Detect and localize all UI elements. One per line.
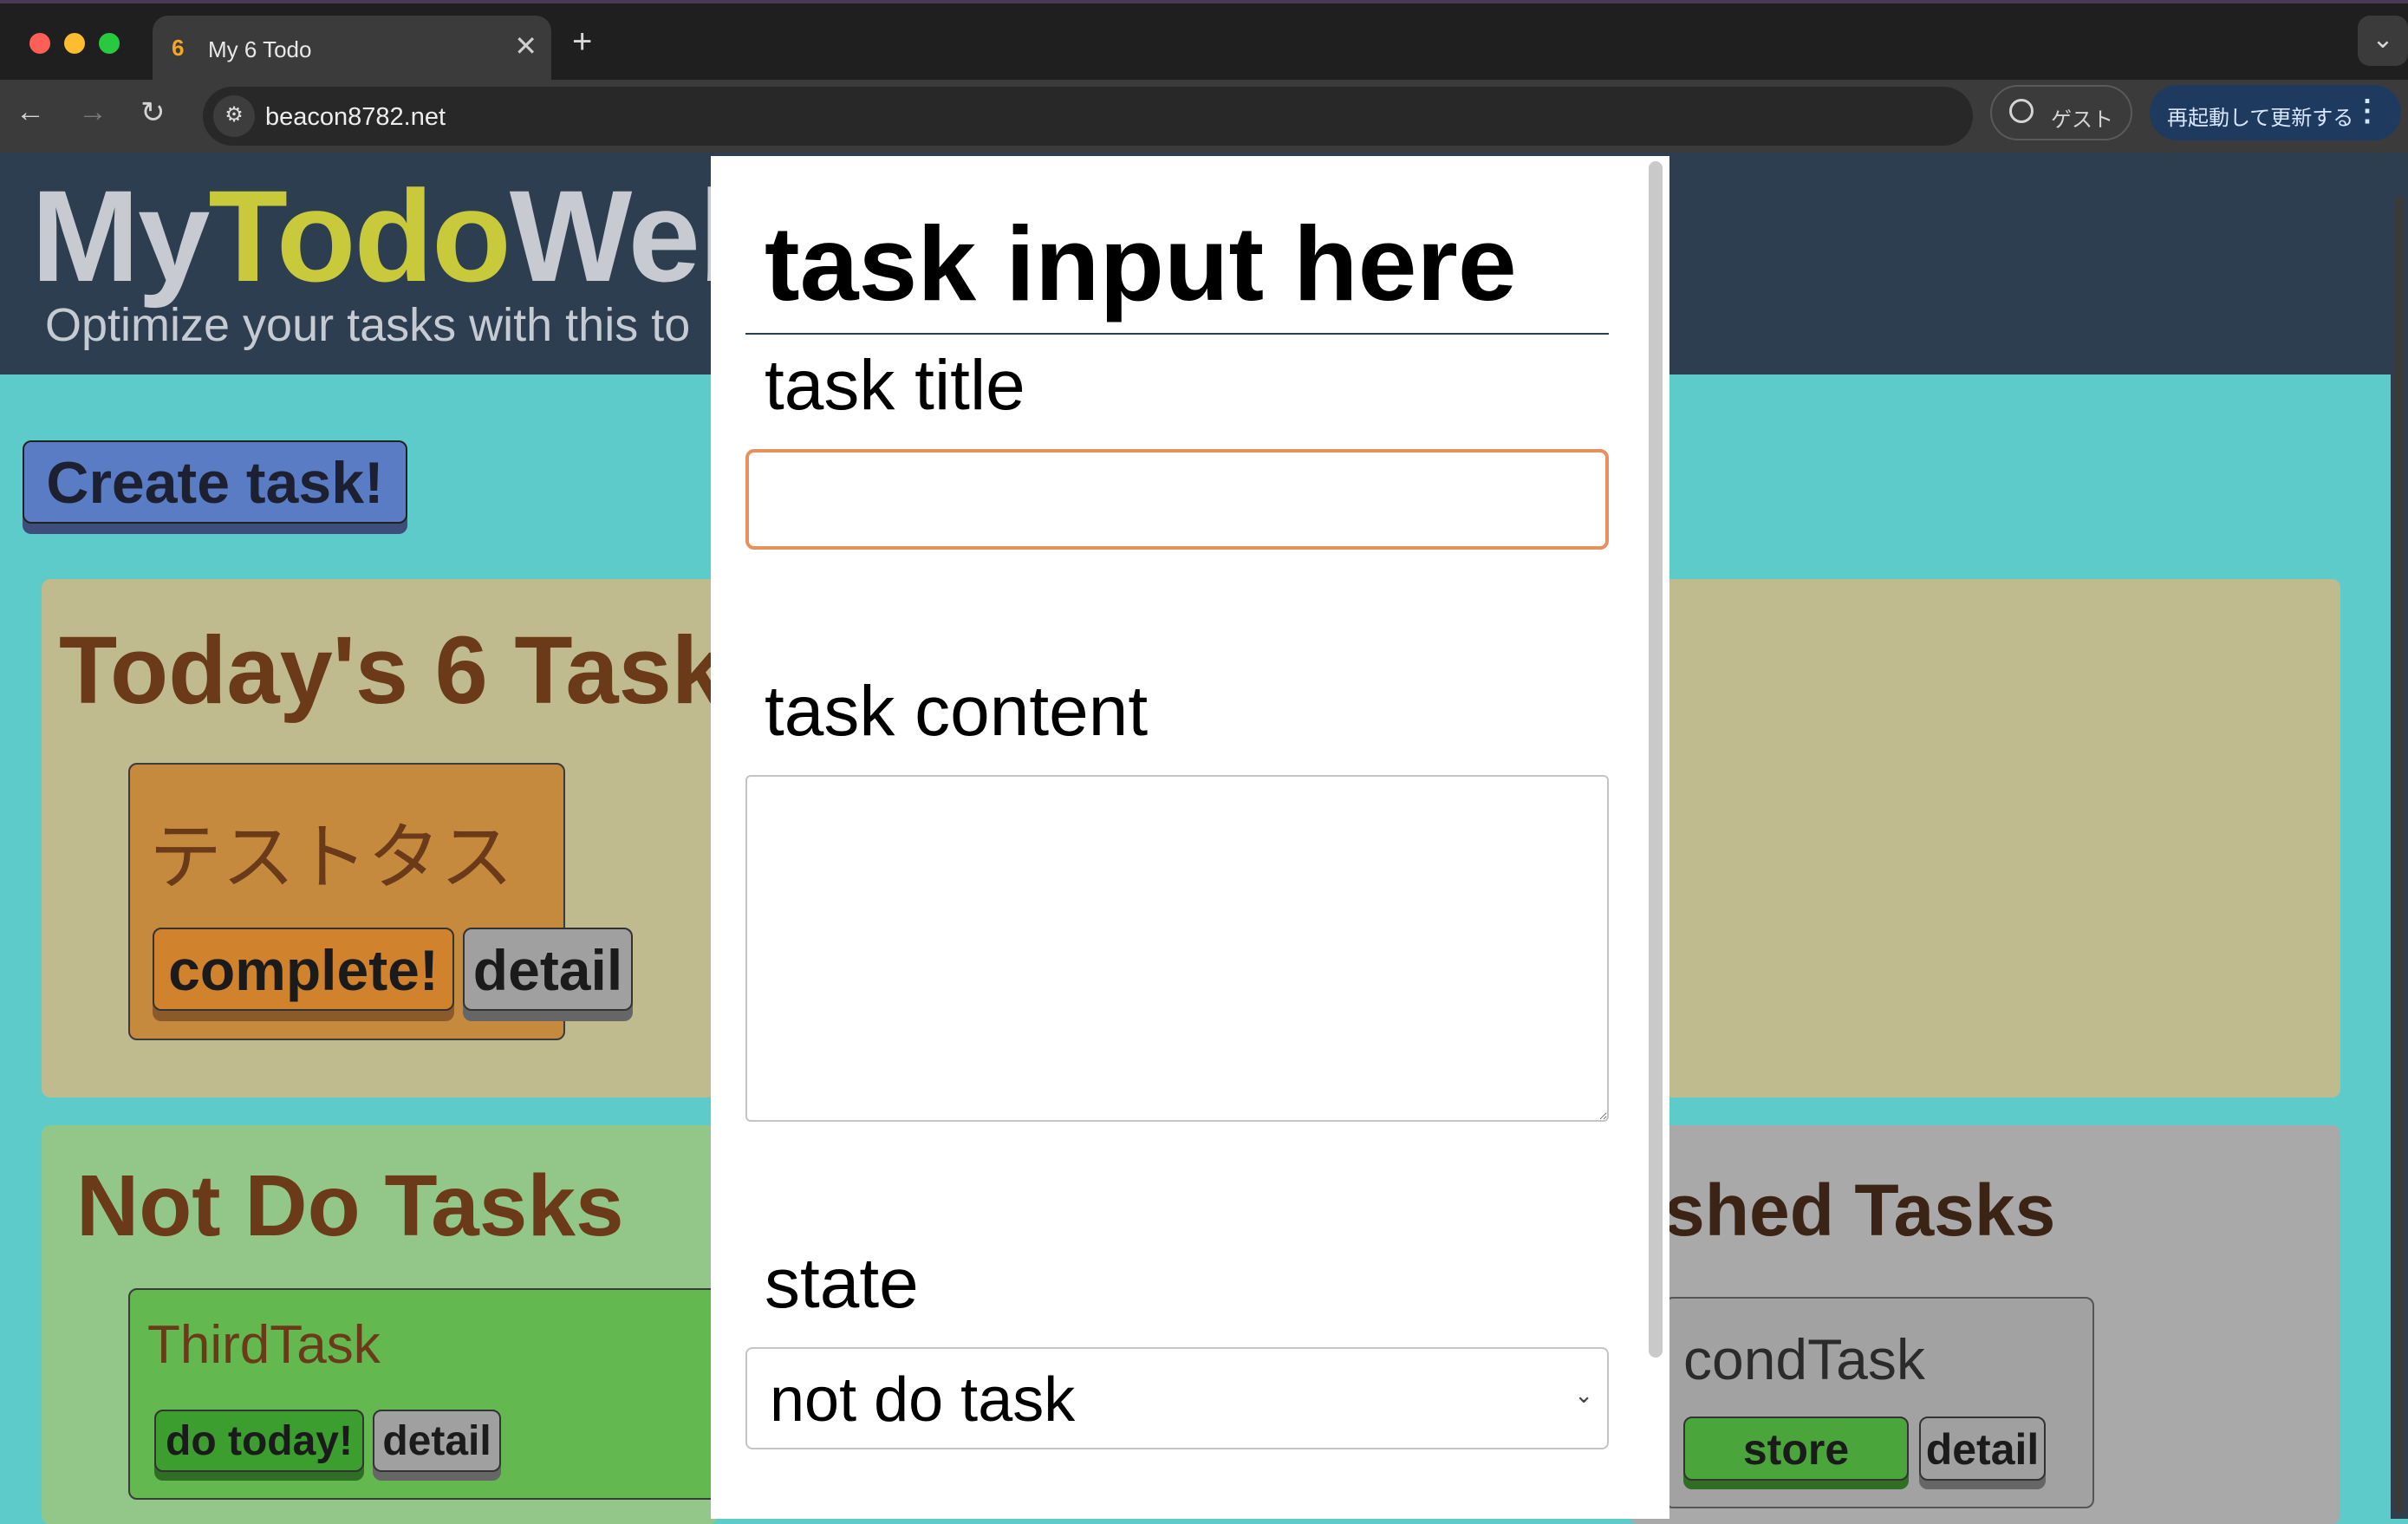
logo-part-my: My	[31, 163, 210, 309]
modal-divider	[745, 333, 1609, 335]
not-do-heading: Not Do Tasks	[76, 1157, 624, 1254]
page-scrollbar-thumb[interactable]	[2394, 196, 2405, 1514]
guest-label: ゲスト	[2051, 108, 2113, 132]
browser-toolbar: ← → ↻ ⚙ beacon8782.net ゲスト 再起動して更新する ⋮	[0, 80, 2408, 153]
logo-part-todo: Todo	[208, 163, 511, 309]
forward-arrow-icon[interactable]: →	[78, 95, 107, 129]
new-tab-icon[interactable]: +	[572, 23, 592, 62]
more-menu-icon[interactable]: ⋮	[2353, 94, 2382, 128]
finished-heading: shed Tasks	[1664, 1169, 2056, 1251]
finished-tasks-section: shed Tasks condTask store detail	[1630, 1125, 2340, 1524]
detail-button[interactable]: detail	[373, 1410, 501, 1472]
complete-button[interactable]: complete!	[153, 928, 454, 1011]
restart-label: 再起動して更新する	[2167, 107, 2354, 130]
site-settings-icon[interactable]: ⚙	[213, 95, 255, 137]
task-content-label: task content	[765, 672, 1149, 751]
tab-favicon-icon: 6	[172, 35, 185, 61]
modal-scrollbar[interactable]	[1649, 161, 1663, 1358]
detail-button[interactable]: detail	[463, 928, 633, 1011]
detail-button[interactable]: detail	[1919, 1417, 2046, 1481]
address-bar[interactable]: ⚙ beacon8782.net	[203, 87, 1973, 146]
create-task-button[interactable]: Create task!	[23, 440, 407, 524]
tab-title: My 6 Todo	[208, 36, 312, 62]
task-card-title: ThirdTask	[147, 1315, 381, 1375]
browser-tab-bar: 6 My 6 Todo ✕ + ⌄	[0, 0, 2408, 83]
tab-search-chevron-icon[interactable]: ⌄	[2358, 16, 2408, 66]
profile-icon	[2009, 99, 2034, 123]
guest-profile-button[interactable]: ゲスト	[1990, 85, 2132, 140]
page-scrollbar[interactable]	[2391, 153, 2408, 1519]
finished-task-card: condTask store detail	[1664, 1297, 2094, 1508]
maximize-window-button[interactable]	[99, 33, 120, 54]
close-tab-icon[interactable]: ✕	[514, 29, 537, 62]
restore-button[interactable]: store	[1683, 1417, 1909, 1481]
restart-update-button[interactable]: 再起動して更新する ⋮	[2150, 85, 2401, 140]
minimize-window-button[interactable]	[64, 33, 85, 54]
not-do-task-card: ThirdTask do today! detail	[128, 1288, 721, 1500]
chevron-down-icon: ⌄	[1574, 1382, 1593, 1408]
site-logo: MyTodoWeb	[31, 161, 778, 311]
state-selected-value: not do task	[770, 1365, 1076, 1435]
task-input-modal: task input here task title task content …	[711, 156, 1669, 1519]
site-tagline: Optimize your tasks with this to	[45, 299, 691, 351]
url-text[interactable]: beacon8782.net	[265, 103, 446, 132]
not-do-tasks-section: Not Do Tasks ThirdTask do today! detail	[42, 1125, 721, 1524]
reload-icon[interactable]: ↻	[140, 95, 166, 130]
task-title-label: task title	[765, 346, 1025, 425]
task-card-title: condTask	[1683, 1327, 1925, 1391]
today-heading: Today's 6 Task	[59, 617, 725, 724]
modal-heading: task input here	[765, 205, 1517, 322]
back-arrow-icon[interactable]: ←	[16, 95, 45, 129]
do-today-button[interactable]: do today!	[154, 1410, 364, 1472]
today-task-card: テストタスク complete! detail	[128, 763, 633, 1040]
state-label: state	[765, 1244, 919, 1323]
close-window-button[interactable]	[29, 33, 50, 54]
state-select[interactable]: not do task ⌄	[745, 1347, 1609, 1449]
task-title-input[interactable]	[745, 449, 1609, 550]
task-content-textarea[interactable]	[745, 775, 1609, 1122]
browser-tab[interactable]: 6 My 6 Todo ✕	[153, 16, 551, 83]
